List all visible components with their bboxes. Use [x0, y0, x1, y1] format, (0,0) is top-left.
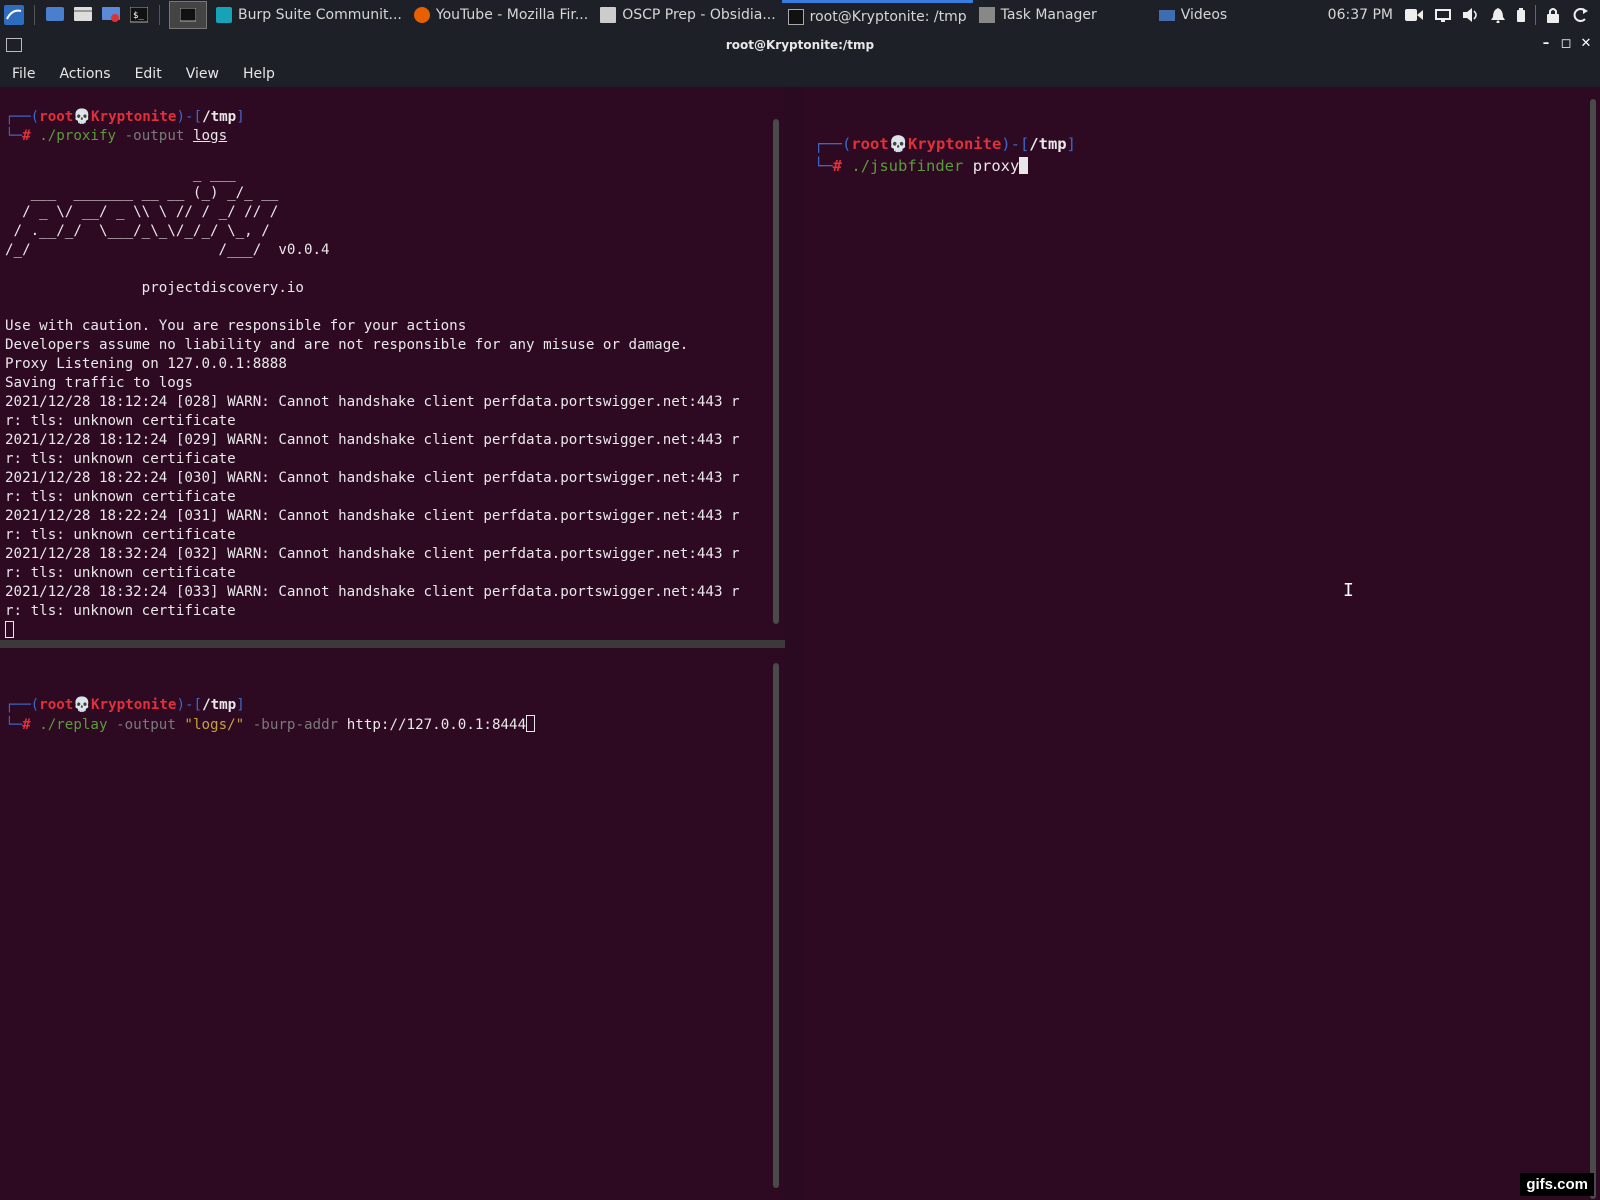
task-label: OSCP Prep - Obsidia...: [622, 7, 776, 23]
battery-icon[interactable]: [1517, 8, 1525, 22]
folder-icon: [1158, 9, 1175, 21]
terminal-cursor: [1019, 157, 1029, 174]
kali-menu-icon[interactable]: [3, 5, 25, 25]
prompt-line: ┌──(root💀Kryptonite)-[/tmp]: [5, 697, 245, 713]
notification-bell-icon[interactable]: [1491, 7, 1505, 23]
logout-icon[interactable]: [1572, 7, 1588, 23]
task-manager-icon: [978, 7, 995, 23]
menu-view[interactable]: View: [174, 66, 231, 82]
command-line: └─# ./replay -output "logs/" -burp-addr …: [5, 715, 536, 733]
output-line: 2021/12/28 18:22:24 [031] WARN: Cannot h…: [5, 508, 740, 524]
scrollbar[interactable]: [1590, 99, 1596, 1199]
menu-actions[interactable]: Actions: [47, 66, 122, 82]
output-line: r: tls: unknown certificate: [5, 489, 236, 505]
output-line: Developers assume no liability and are n…: [5, 337, 689, 353]
terminal-pane-jsubfinder[interactable]: ┌──(root💀Kryptonite)-[/tmp] └─# ./jsubfi…: [804, 87, 1600, 1200]
minimize-icon[interactable]: –: [1536, 36, 1556, 51]
output-line: 2021/12/28 18:32:24 [032] WARN: Cannot h…: [5, 546, 740, 562]
maximize-icon[interactable]: ◻: [1556, 36, 1576, 51]
output-line: 2021/12/28 18:12:24 [028] WARN: Cannot h…: [5, 394, 740, 410]
window-title: root@Kryptonite:/tmp: [725, 38, 875, 52]
display-icon[interactable]: [1435, 8, 1451, 22]
output-line: 2021/12/28 18:22:24 [030] WARN: Cannot h…: [5, 470, 740, 486]
menu-bar: File Actions Edit View Help: [0, 60, 1600, 87]
output-line: Proxy Listening on 127.0.0.1:8888: [5, 356, 287, 372]
burp-icon: [216, 7, 232, 23]
banner-site: projectdiscovery.io: [5, 280, 304, 296]
ascii-banner: _ ___ ___ _______ __ __ (_) _/_ __ / _ \…: [5, 166, 330, 258]
camera-icon[interactable]: [1405, 9, 1423, 21]
taskbar: $_ Burp Suite Communit... YouTube - Mozi…: [0, 0, 1600, 30]
output-line: r: tls: unknown certificate: [5, 413, 236, 429]
task-obsidian[interactable]: OSCP Prep - Obsidia...: [594, 0, 781, 30]
watermark: gifs.com: [1520, 1173, 1594, 1196]
show-desktop-icon[interactable]: [44, 5, 66, 25]
window-titlebar: root@Kryptonite:/tmp – ◻ ✕: [0, 30, 1600, 60]
output-line: r: tls: unknown certificate: [5, 527, 236, 543]
menu-edit[interactable]: Edit: [123, 66, 174, 82]
close-icon[interactable]: ✕: [1576, 36, 1596, 51]
lock-icon[interactable]: [1546, 7, 1560, 23]
task-videos[interactable]: Videos: [1153, 0, 1234, 30]
output-line: Saving traffic to logs: [5, 375, 193, 391]
browser-launcher-icon[interactable]: [100, 5, 122, 25]
output-line: 2021/12/28 18:32:24 [033] WARN: Cannot h…: [5, 584, 740, 600]
system-tray: 06:37 PM: [1322, 5, 1600, 25]
task-label: Videos: [1180, 7, 1228, 23]
task-task-manager[interactable]: Task Manager: [973, 0, 1103, 30]
clock[interactable]: 06:37 PM: [1328, 7, 1393, 23]
terminal-icon: [787, 8, 804, 25]
menu-help[interactable]: Help: [231, 66, 287, 82]
svg-text:$_: $_: [133, 11, 144, 21]
prompt-line: ┌──(root💀Kryptonite)-[/tmp]: [814, 135, 1076, 153]
terminal-workspace-icon[interactable]: [169, 1, 207, 29]
task-label: root@Kryptonite: /tmp: [809, 8, 967, 25]
terminal-pane-replay[interactable]: ┌──(root💀Kryptonite)-[/tmp] └─# ./replay…: [0, 648, 785, 1200]
obsidian-icon: [600, 7, 617, 23]
terminal-cursor: [5, 621, 14, 638]
volume-icon[interactable]: [1463, 8, 1479, 22]
terminal-launcher-icon[interactable]: $_: [128, 5, 150, 25]
command-line: └─# ./jsubfinder proxy: [814, 157, 1029, 175]
firefox-icon: [413, 7, 430, 23]
terminal-pane-proxify[interactable]: ┌──(root💀Kryptonite)-[/tmp] └─# ./proxif…: [0, 87, 785, 640]
command-line: └─# ./proxify -output logs: [5, 128, 228, 144]
task-burp[interactable]: Burp Suite Communit...: [210, 0, 408, 30]
output-line: 2021/12/28 18:12:24 [029] WARN: Cannot h…: [5, 432, 740, 448]
pane-divider-vertical[interactable]: [785, 87, 804, 1200]
output-line: Use with caution. You are responsible fo…: [5, 318, 467, 334]
terminal-cursor: [526, 715, 536, 732]
task-label: Task Manager: [1000, 7, 1097, 23]
task-label: Burp Suite Communit...: [238, 7, 402, 23]
output-line: r: tls: unknown certificate: [5, 451, 236, 467]
menu-file[interactable]: File: [0, 66, 47, 82]
pane-divider-horizontal[interactable]: [0, 640, 785, 648]
prompt-line: ┌──(root💀Kryptonite)-[/tmp]: [5, 109, 245, 125]
mouse-ibeam-cursor: I: [1343, 580, 1354, 601]
task-label: YouTube - Mozilla Fir...: [435, 7, 589, 23]
scrollbar[interactable]: [773, 663, 779, 1188]
task-youtube[interactable]: YouTube - Mozilla Fir...: [408, 0, 594, 30]
scrollbar[interactable]: [773, 119, 779, 624]
output-line: r: tls: unknown certificate: [5, 603, 236, 619]
task-terminal[interactable]: root@Kryptonite: /tmp: [781, 0, 973, 30]
file-manager-icon[interactable]: [72, 5, 94, 25]
output-line: r: tls: unknown certificate: [5, 565, 236, 581]
